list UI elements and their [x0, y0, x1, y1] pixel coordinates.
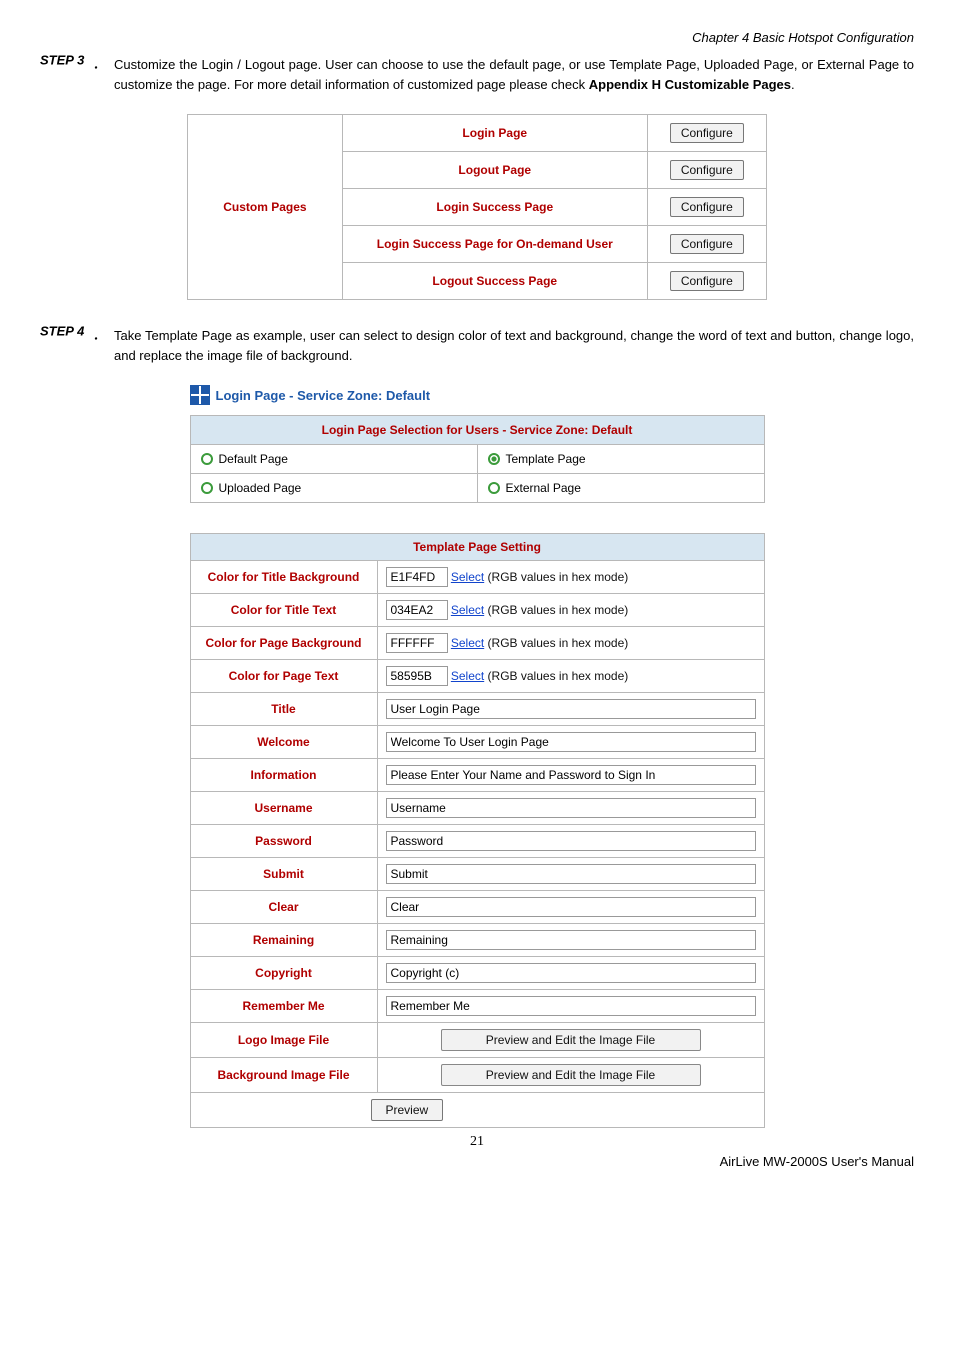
tpl-label-title: Title [190, 693, 377, 726]
logo-image-button[interactable]: Preview and Edit the Image File [441, 1029, 701, 1051]
title-input[interactable] [386, 699, 756, 719]
tpl-label-submit: Submit [190, 858, 377, 891]
step-3-body: Customize the Login / Logout page. User … [114, 55, 914, 94]
tpl-label-remaining: Remaining [190, 924, 377, 957]
username-input[interactable] [386, 798, 756, 818]
option-label: Template Page [506, 452, 586, 466]
select-link[interactable]: Select [451, 669, 484, 683]
password-input[interactable] [386, 831, 756, 851]
page-text-input[interactable] [386, 666, 448, 686]
login-page-selection-table: Login Page Selection for Users - Service… [190, 415, 765, 503]
tpl-label-page-text: Color for Page Text [190, 660, 377, 693]
footer-text: AirLive MW-2000S User's Manual [40, 1154, 914, 1169]
page-number: 21 [40, 1134, 914, 1150]
panel-title: Login Page - Service Zone: Default [216, 388, 431, 403]
cp-name: Logout Page [342, 152, 647, 189]
select-link[interactable]: Select [451, 570, 484, 584]
option-template[interactable]: Template Page [477, 445, 764, 474]
tpl-label-logo: Logo Image File [190, 1023, 377, 1058]
cp-name: Login Success Page [342, 189, 647, 226]
bullet-icon: ﹒ [88, 55, 104, 72]
option-label: Default Page [219, 452, 288, 466]
option-external[interactable]: External Page [477, 474, 764, 503]
configure-button[interactable]: Configure [670, 197, 744, 217]
tpl-label-title-bg: Color for Title Background [190, 561, 377, 594]
tpl-label-welcome: Welcome [190, 726, 377, 759]
step-3-text-end: . [791, 77, 795, 92]
page-bg-input[interactable] [386, 633, 448, 653]
tpl-label-copyright: Copyright [190, 957, 377, 990]
custom-pages-label: Custom Pages [188, 115, 343, 300]
tpl-label-password: Password [190, 825, 377, 858]
configure-button[interactable]: Configure [670, 234, 744, 254]
custom-pages-table: Custom Pages Login Page Configure Logout… [187, 114, 767, 300]
configure-button[interactable]: Configure [670, 160, 744, 180]
radio-unchecked-icon [201, 482, 213, 494]
hex-hint: (RGB values in hex mode) [488, 669, 629, 683]
hex-hint: (RGB values in hex mode) [488, 570, 629, 584]
step-3-label: STEP 3 [40, 52, 84, 67]
remember-input[interactable] [386, 996, 756, 1016]
tpl-label-remember: Remember Me [190, 990, 377, 1023]
title-bg-input[interactable] [386, 567, 448, 587]
option-label: External Page [506, 481, 581, 495]
tpl-label-bgimage: Background Image File [190, 1058, 377, 1093]
remaining-input[interactable] [386, 930, 756, 950]
step-4-body: Take Template Page as example, user can … [114, 326, 914, 365]
preview-button[interactable]: Preview [371, 1099, 444, 1121]
select-link[interactable]: Select [451, 636, 484, 650]
tpl-label-title-text: Color for Title Text [190, 594, 377, 627]
tpl-label-information: Information [190, 759, 377, 792]
grid-icon [190, 385, 210, 405]
step-4: STEP 4 ﹒ Take Template Page as example, … [40, 320, 914, 365]
hex-hint: (RGB values in hex mode) [488, 603, 629, 617]
cp-name: Logout Success Page [342, 263, 647, 300]
tpl-label-page-bg: Color for Page Background [190, 627, 377, 660]
configure-button[interactable]: Configure [670, 123, 744, 143]
cp-name: Login Success Page for On-demand User [342, 226, 647, 263]
tpl-label-username: Username [190, 792, 377, 825]
cp-name: Login Page [342, 115, 647, 152]
tpl-label-clear: Clear [190, 891, 377, 924]
step-3: STEP 3 ﹒ Customize the Login / Logout pa… [40, 49, 914, 94]
chapter-header: Chapter 4 Basic Hotspot Configuration [40, 30, 914, 45]
title-text-input[interactable] [386, 600, 448, 620]
step-4-label: STEP 4 [40, 323, 84, 338]
option-default[interactable]: Default Page [190, 445, 477, 474]
clear-input[interactable] [386, 897, 756, 917]
select-link[interactable]: Select [451, 603, 484, 617]
radio-unchecked-icon [488, 482, 500, 494]
submit-input[interactable] [386, 864, 756, 884]
appendix-ref: Appendix H Customizable Pages [589, 77, 791, 92]
radio-checked-icon [488, 453, 500, 465]
hex-hint: (RGB values in hex mode) [488, 636, 629, 650]
selection-header: Login Page Selection for Users - Service… [190, 416, 764, 445]
option-uploaded[interactable]: Uploaded Page [190, 474, 477, 503]
information-input[interactable] [386, 765, 756, 785]
radio-unchecked-icon [201, 453, 213, 465]
option-label: Uploaded Page [219, 481, 302, 495]
copyright-input[interactable] [386, 963, 756, 983]
bullet-icon: ﹒ [88, 326, 104, 343]
welcome-input[interactable] [386, 732, 756, 752]
configure-button[interactable]: Configure [670, 271, 744, 291]
template-page-setting-table: Template Page Setting Color for Title Ba… [190, 533, 765, 1128]
panel-header: Login Page - Service Zone: Default [190, 385, 765, 405]
bg-image-button[interactable]: Preview and Edit the Image File [441, 1064, 701, 1086]
template-header: Template Page Setting [190, 534, 764, 561]
